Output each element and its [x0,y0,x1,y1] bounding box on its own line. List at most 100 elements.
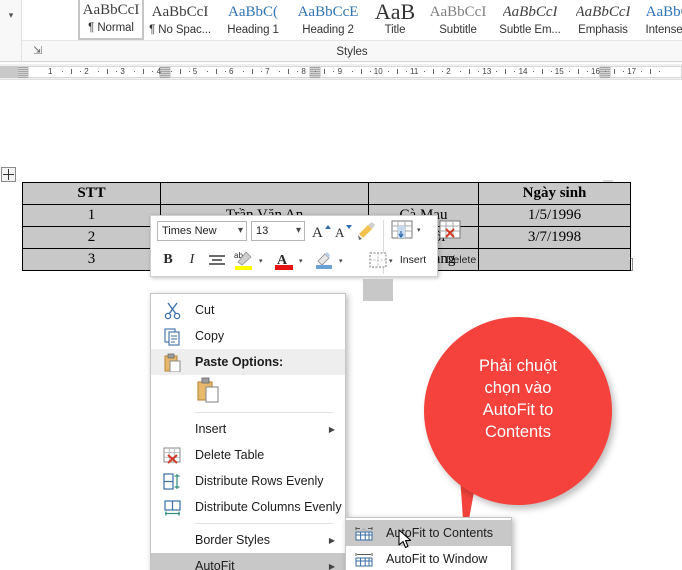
cell-stt[interactable]: 3 [22,248,161,271]
grow-font-icon[interactable]: A [311,221,331,241]
autofit-contents-icon: ↔ [355,525,373,541]
distribute-columns-icon [163,498,182,517]
chevron-down-icon[interactable]: ▾ [4,8,18,22]
paste-options-icons[interactable] [151,375,345,409]
ruler-minor-tick [460,71,462,72]
format-painter-icon[interactable] [355,220,377,242]
copy-icon [163,327,182,346]
callout-line-1: Phải chuột [479,357,557,375]
ruler-minor-tick [650,69,652,74]
font-color-icon[interactable]: A [273,249,295,271]
style-item-subtitle[interactable]: AaBbCcI Subtitle [424,0,492,40]
shrink-font-icon[interactable]: A [333,221,353,241]
style-preview: AaBbCcI [82,2,140,18]
ruler-minor-tick [224,71,226,72]
style-label: Subtle Em... [499,24,561,36]
ruler-text-area [610,66,682,78]
table-header-row: STT Ngày sinh [22,182,631,205]
ruler-tab-marker[interactable] [600,66,610,78]
ruler-tick-label: 2 [446,67,451,76]
paste-keep-formatting-icon[interactable] [195,376,221,409]
delete-table-cells-icon[interactable] [439,219,463,241]
insert-cells-group[interactable] [389,216,439,278]
callout-line-2: chọn vào [484,379,552,397]
styles-gallery[interactable]: AaBbCcI ¶ Normal AaBbCcI ¶ No Spac... AaBbC(… [78,0,682,40]
ruler-tab-marker[interactable] [160,66,170,78]
cell-ngaysinh[interactable]: 3/7/1998 [478,226,631,249]
ruler-tab-marker[interactable] [310,66,320,78]
style-item-intense-e[interactable]: AaBbCcI Intense E... [638,0,682,40]
horizontal-ruler[interactable]: 1 2 3 4 5 6 7 8 9 10 11 2 13 14 15 16 17 [0,64,682,80]
dialog-launcher-icon[interactable]: ⇲ [33,44,47,58]
style-preview: AaBbC( [228,4,278,20]
menu-item-autofit[interactable]: AutoFit ▶ [151,553,345,570]
cell-stt[interactable]: 1 [22,204,161,227]
ruler-minor-tick [605,71,606,72]
cell-ngaysinh[interactable] [478,248,631,271]
style-item-no-spac[interactable]: AaBbCcI ¶ No Spac... [144,0,216,40]
style-item-normal[interactable]: AaBbCcI ¶ Normal [78,0,144,40]
text-highlight-icon[interactable]: ab [233,249,255,271]
submenu-item-autofit-to-window[interactable]: AutoFit to Window [346,546,511,570]
menu-item-insert[interactable]: Insert ▶ [151,416,345,442]
bold-button[interactable]: B [159,250,177,270]
callout-line-3: AutoFit to [482,401,554,419]
italic-button[interactable]: I [183,250,201,270]
table-move-handle-icon[interactable] [1,167,16,182]
chevron-down-icon[interactable]: ▾ [339,257,343,265]
borders-icon[interactable] [367,250,389,270]
autofit-submenu[interactable]: ↔AutoFit to ContentsAutoFit to WindowFix… [345,517,512,570]
style-item-title[interactable]: AaB Title [366,0,424,40]
style-preview: AaBbCcI [429,4,487,20]
menu-item-cut[interactable]: Cut [151,297,345,323]
ruler-minor-tick [351,71,353,72]
chevron-down-icon[interactable]: ▾ [389,257,393,265]
chevron-down-icon[interactable]: ▾ [299,257,303,265]
menu-item-paste-options: Paste Options: [151,349,345,375]
style-label: Intense E... [645,24,682,36]
cell-ngaysinh[interactable]: 1/5/1996 [478,204,631,227]
menu-item-copy[interactable]: Copy [151,323,345,349]
menu-item-delete-table[interactable]: Delete Table [151,442,345,468]
menu-item-label: Cut [195,303,215,317]
shading-icon[interactable] [313,249,335,271]
ruler-minor-tick [62,71,63,72]
svg-text:A: A [312,225,323,241]
menu-divider [195,523,333,524]
ruler-minor-tick [170,71,172,72]
ruler-minor-tick [396,69,398,74]
ruler-minor-tick [98,71,100,72]
style-item-heading-2[interactable]: AaBbCcE Heading 2 [290,0,366,40]
ruler-minor-tick [541,69,543,74]
ruler-minor-tick [206,71,208,72]
ruler-tab-marker[interactable] [18,66,28,78]
delete-label[interactable]: Delete [437,254,485,266]
ruler-minor-tick [243,71,244,72]
chevron-down-icon[interactable]: ▾ [296,225,301,236]
style-item-subtle-em[interactable]: AaBbCcI Subtle Em... [492,0,568,40]
styles-group-label: Styles [336,46,368,58]
ruler-minor-tick [433,69,434,74]
font-size-combo[interactable]: 13 ▾ [251,221,305,241]
menu-item-distribute-rows-evenly[interactable]: Distribute Rows Evenly [151,468,345,494]
mini-formatting-toolbar[interactable]: Times New ▾ 13 ▾ A A ▾ B I ab ▾ A ▾ ▾ ▾ … [150,215,476,301]
ruler-minor-tick [478,71,480,72]
chevron-down-icon[interactable]: ▾ [259,257,263,265]
style-label: Title [384,24,406,36]
table-context-menu[interactable]: Cut Copy Paste Options: Insert ▶ Delete Table… [150,293,346,570]
style-item-emphasis[interactable]: AaBbCcI Emphasis [568,0,638,40]
cell-stt[interactable]: 2 [22,226,161,249]
ruler-minor-tick [179,69,181,74]
submenu-item-autofit-to-contents[interactable]: ↔ AutoFit to Contents [346,520,511,546]
document-page[interactable]: STT Ngày sinh 1Trần Văn AnCà Mau1/5/1996… [0,81,682,570]
font-name-combo[interactable]: Times New ▾ [157,221,247,241]
style-item-heading-1[interactable]: AaBbC(Heading 1 [216,0,290,40]
cut-icon [163,301,182,320]
ruler-minor-tick [532,71,534,72]
align-center-icon[interactable] [207,251,227,269]
column-header-ten [160,182,369,205]
chevron-down-icon[interactable]: ▾ [238,225,243,236]
menu-item-border-styles[interactable]: Border Styles ▶ [151,527,345,553]
style-label: ¶ Normal [88,22,134,34]
menu-item-distribute-columns-evenly[interactable]: Distribute Columns Evenly [151,494,345,520]
